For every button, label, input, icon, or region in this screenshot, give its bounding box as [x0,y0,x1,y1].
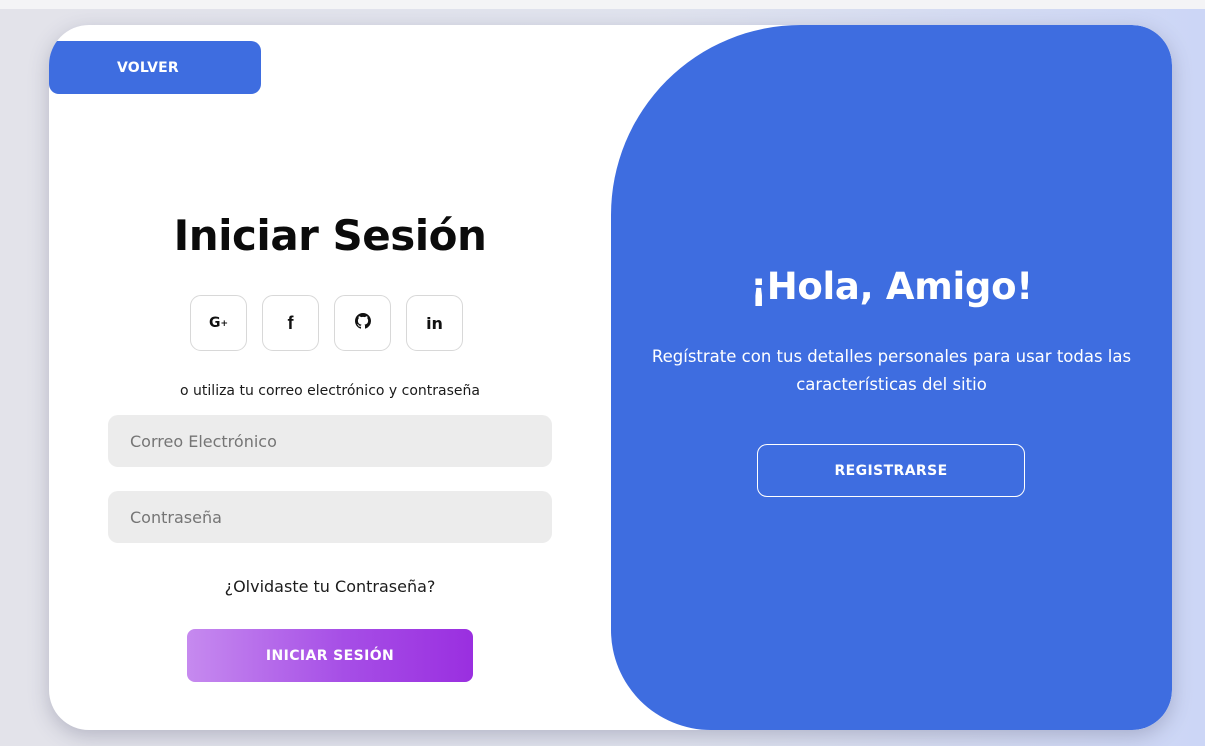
github-icon [354,313,371,333]
linkedin-button[interactable]: in [406,295,463,351]
google-plus-icon: G+ [208,315,229,331]
google-plus-button[interactable]: G+ [190,295,247,351]
login-title: Iniciar Sesión [173,211,487,260]
social-login-group: G+ f in [190,295,463,351]
auth-card: VOLVER Iniciar Sesión G+ f in o utiliza … [49,25,1172,730]
facebook-icon: f [287,312,294,333]
register-button[interactable]: REGISTRARSE [757,444,1025,497]
back-button[interactable]: VOLVER [49,41,261,94]
welcome-text: Regístrate con tus detalles personales p… [651,347,1132,394]
email-field[interactable] [108,415,552,467]
password-field[interactable] [108,491,552,543]
github-button[interactable] [334,295,391,351]
login-hint: o utiliza tu correo electrónico y contra… [180,383,480,399]
welcome-title: ¡Hola, Amigo! [750,265,1033,308]
page-top-strip [0,0,1205,9]
login-submit-button[interactable]: INICIAR SESIÓN [187,629,473,682]
facebook-button[interactable]: f [262,295,319,351]
linkedin-icon: in [426,313,443,333]
forgot-password-link[interactable]: ¿Olvidaste tu Contraseña? [108,577,552,596]
